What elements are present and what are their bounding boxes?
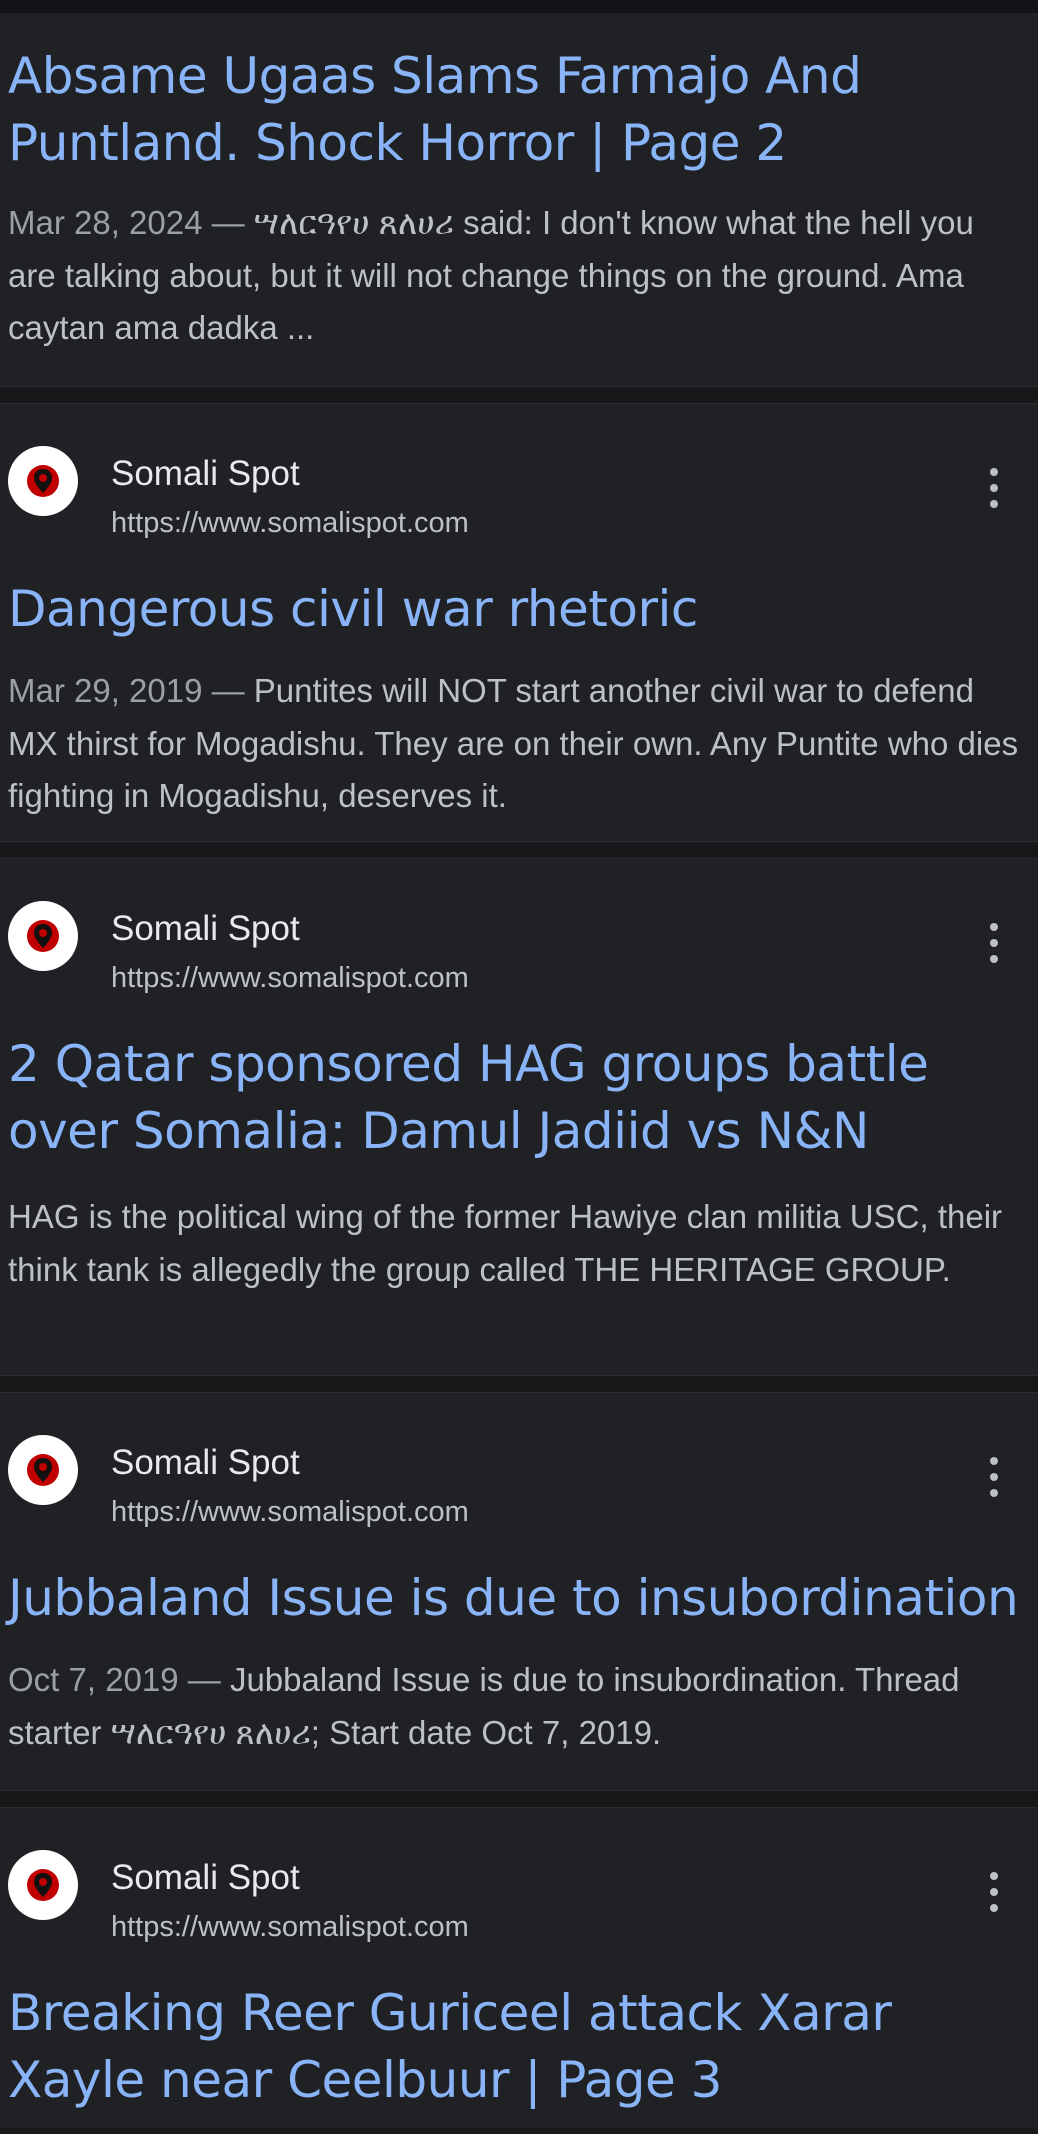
map-pin-icon (27, 1869, 59, 1901)
site-favicon[interactable] (8, 901, 78, 971)
more-vert-icon[interactable] (988, 1457, 1000, 1497)
result-snippet: Mar 29, 2019 — Puntites will NOT start a… (8, 665, 1026, 823)
map-pin-icon (27, 920, 59, 952)
site-name[interactable]: Somali Spot (111, 454, 300, 494)
site-url[interactable]: https://www.somalispot.com (111, 507, 469, 540)
result-snippet: Oct 7, 2019 — Jubbaland Issue is due to … (8, 1654, 1026, 1759)
result-date: Mar 28, 2024 — (8, 204, 254, 241)
site-favicon[interactable] (8, 1435, 78, 1505)
result-title[interactable]: Jubbaland Issue is due to insubordinatio… (8, 1565, 1030, 1632)
result-snippet-text: HAG is the political wing of the former … (8, 1198, 1003, 1288)
result-separator (0, 841, 1038, 859)
result-title[interactable]: 2 Qatar sponsored HAG groups battle over… (8, 1031, 1030, 1165)
result-separator (0, 1790, 1038, 1808)
more-vert-icon[interactable] (988, 1872, 1000, 1912)
search-result: Somali Spot https://www.somalispot.com B… (0, 1808, 1038, 2128)
top-strip (0, 0, 1038, 13)
site-url[interactable]: https://www.somalispot.com (111, 962, 469, 995)
search-result: Somali Spot https://www.somalispot.com J… (0, 1393, 1038, 1790)
site-name[interactable]: Somali Spot (111, 1443, 300, 1483)
result-title[interactable]: Absame Ugaas Slams Farmajo And Puntland.… (8, 43, 1030, 177)
result-date: Oct 7, 2019 — (8, 1661, 230, 1698)
site-favicon[interactable] (8, 1850, 78, 1920)
map-pin-icon (27, 465, 59, 497)
result-date: Mar 29, 2019 — (8, 672, 254, 709)
search-result: Somali Spot https://www.somalispot.com D… (0, 404, 1038, 841)
result-separator (0, 1375, 1038, 1393)
result-snippet: Mar 28, 2024 — ሣለርዓየሀ ጸለሀሪ said: I don't… (8, 197, 1026, 355)
result-title[interactable]: Breaking Reer Guriceel attack Xarar Xayl… (8, 1980, 1030, 2114)
more-vert-icon[interactable] (988, 468, 1000, 508)
search-result: Somali Spot https://www.somalispot.com 2… (0, 859, 1038, 1375)
result-snippet: HAG is the political wing of the former … (8, 1191, 1026, 1296)
site-name[interactable]: Somali Spot (111, 909, 300, 949)
site-url[interactable]: https://www.somalispot.com (111, 1911, 469, 1944)
search-result: Absame Ugaas Slams Farmajo And Puntland.… (0, 13, 1038, 386)
result-separator (0, 386, 1038, 404)
site-favicon[interactable] (8, 446, 78, 516)
site-name[interactable]: Somali Spot (111, 1858, 300, 1898)
map-pin-icon (27, 1454, 59, 1486)
result-title[interactable]: Dangerous civil war rhetoric (8, 576, 1030, 643)
site-url[interactable]: https://www.somalispot.com (111, 1496, 469, 1529)
more-vert-icon[interactable] (988, 923, 1000, 963)
